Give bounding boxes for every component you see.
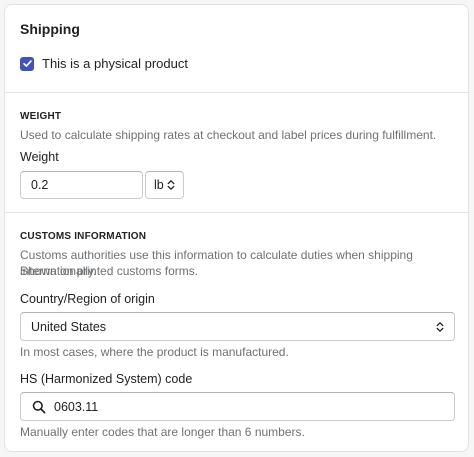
shipping-card: Shipping This is a physical product WEIG… (4, 4, 469, 452)
check-icon (22, 60, 32, 67)
section-divider (5, 212, 468, 213)
select-chevron-icon (436, 321, 444, 332)
country-select[interactable]: United States (20, 312, 455, 341)
card-title: Shipping (20, 21, 80, 37)
weight-value: 0.2 (31, 178, 49, 192)
hs-code-label: HS (Harmonized System) code (20, 372, 193, 386)
country-value: United States (31, 319, 107, 334)
weight-heading: WEIGHT (20, 111, 62, 122)
hs-code-search-input[interactable]: 0603.11 (20, 392, 455, 421)
physical-product-label: This is a physical product (42, 56, 188, 71)
search-icon (32, 400, 46, 413)
weight-unit-value: lb (154, 178, 164, 192)
customs-help-line2: Shown on printed customs forms. (20, 264, 199, 278)
hs-code-help-text: Manually enter codes that are longer tha… (20, 425, 305, 439)
customs-heading: CUSTOMS INFORMATION (20, 231, 147, 242)
weight-unit-select[interactable]: lb (145, 171, 184, 199)
weight-help-text: Used to calculate shipping rates at chec… (20, 128, 437, 142)
section-divider (5, 92, 468, 93)
country-label: Country/Region of origin (20, 292, 155, 306)
physical-product-checkbox-row[interactable]: This is a physical product (20, 56, 188, 71)
weight-input[interactable]: 0.2 (20, 171, 143, 199)
select-chevron-icon (167, 180, 175, 190)
country-help-text: In most cases, where the product is manu… (20, 345, 289, 359)
weight-label: Weight (20, 150, 59, 164)
physical-product-checkbox[interactable] (20, 56, 34, 71)
hs-code-value: 0603.11 (54, 399, 99, 414)
